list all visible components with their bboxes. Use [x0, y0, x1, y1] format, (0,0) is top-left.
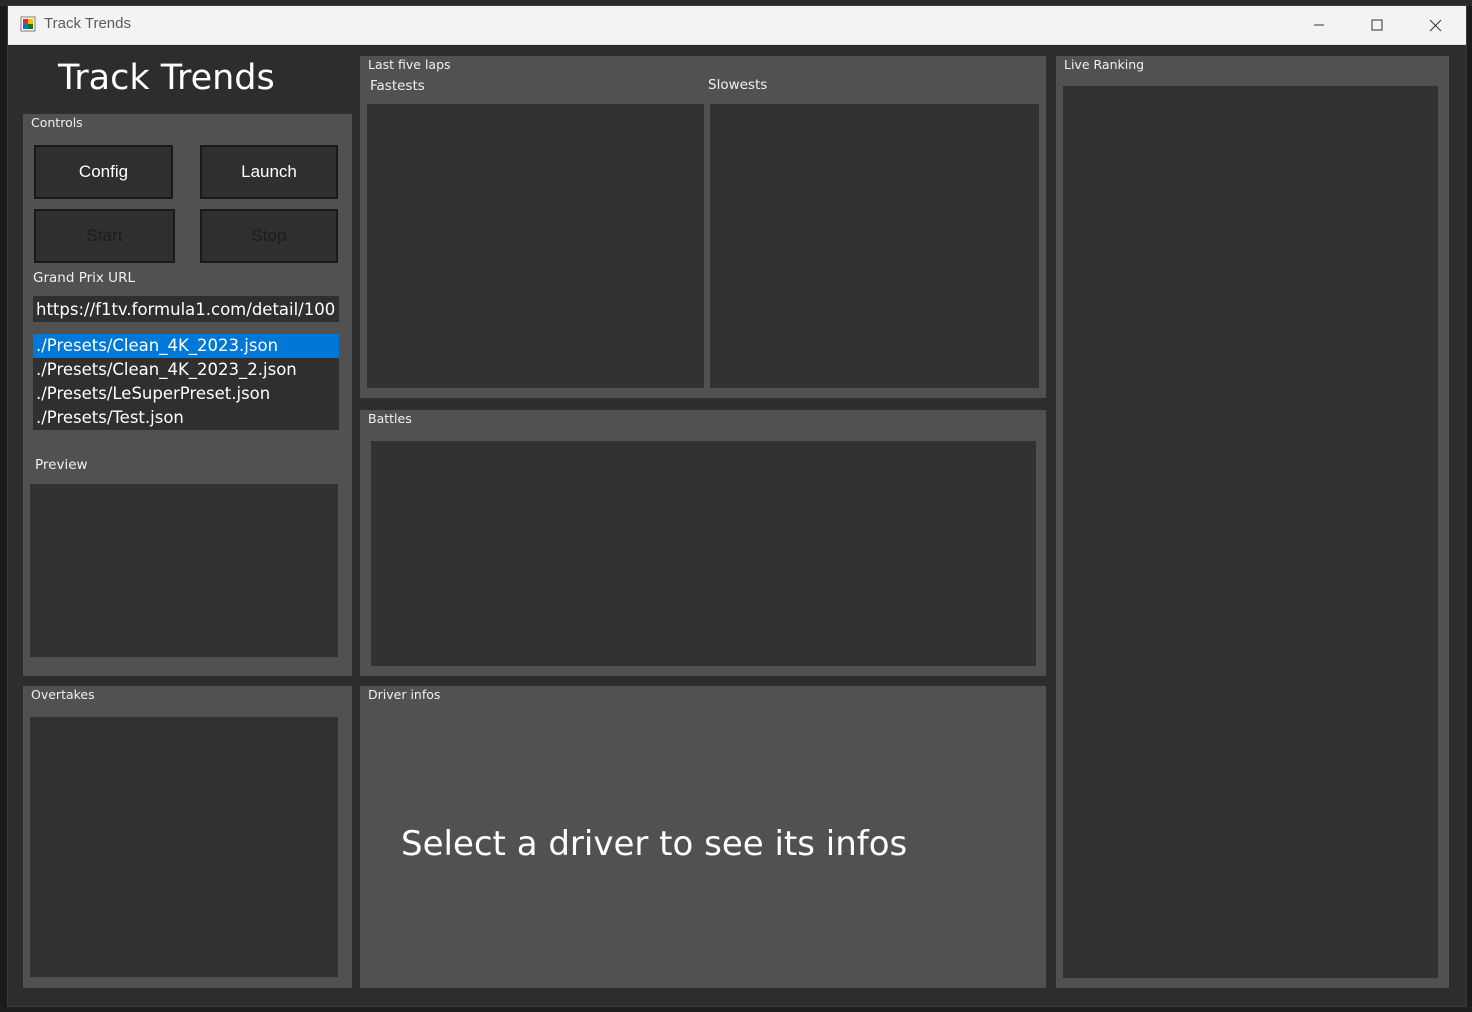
fastests-label: Fastests [370, 78, 425, 94]
overtakes-list[interactable] [30, 717, 338, 977]
slowests-list[interactable] [710, 104, 1039, 388]
app-icon [20, 16, 36, 32]
window-title: Track Trends [44, 15, 131, 32]
overtakes-panel: Overtakes [23, 686, 352, 988]
close-icon [1429, 19, 1441, 31]
driver-infos-placeholder: Select a driver to see its infos [401, 824, 908, 864]
app-heading: Track Trends [58, 58, 275, 98]
grand-prix-url-label: Grand Prix URL [33, 270, 135, 286]
fastests-list[interactable] [367, 104, 704, 388]
preset-list[interactable]: ./Presets/Clean_4K_2023.json ./Presets/C… [33, 334, 339, 430]
minimize-icon [1314, 24, 1324, 26]
last-five-laps-panel: Last five laps Fastests Slowests [360, 56, 1046, 398]
launch-button[interactable]: Launch [200, 145, 338, 199]
preset-item[interactable]: ./Presets/Clean_4K_2023_2.json [33, 358, 339, 382]
main-window: Track Trends Track Trends Controls Confi… [8, 6, 1466, 1006]
title-bar[interactable]: Track Trends [8, 6, 1466, 45]
controls-panel-title: Controls [31, 115, 83, 130]
stop-button[interactable]: Stop [200, 209, 338, 263]
preset-item[interactable]: ./Presets/LeSuperPreset.json [33, 382, 339, 406]
battles-panel: Battles [360, 410, 1046, 676]
last-five-laps-title: Last five laps [368, 57, 451, 72]
slowests-label: Slowests [708, 77, 768, 93]
grand-prix-url-input[interactable] [33, 296, 339, 322]
battles-area [371, 441, 1036, 666]
preset-item[interactable]: ./Presets/Test.json [33, 406, 339, 430]
driver-infos-title: Driver infos [368, 687, 441, 702]
config-button[interactable]: Config [34, 145, 173, 199]
overtakes-title: Overtakes [31, 687, 95, 702]
battles-title: Battles [368, 411, 412, 426]
preset-item[interactable]: ./Presets/Clean_4K_2023.json [33, 334, 339, 358]
minimize-button[interactable] [1290, 6, 1348, 44]
live-ranking-list[interactable] [1063, 86, 1438, 978]
live-ranking-title: Live Ranking [1064, 57, 1145, 72]
maximize-icon [1371, 19, 1383, 31]
background-bottom-strip [0, 1006, 1472, 1012]
preview-area [30, 484, 338, 657]
close-button[interactable] [1406, 6, 1464, 44]
start-button[interactable]: Start [34, 209, 175, 263]
maximize-button[interactable] [1348, 6, 1406, 44]
preview-label: Preview [35, 457, 88, 473]
live-ranking-panel: Live Ranking [1056, 56, 1449, 988]
